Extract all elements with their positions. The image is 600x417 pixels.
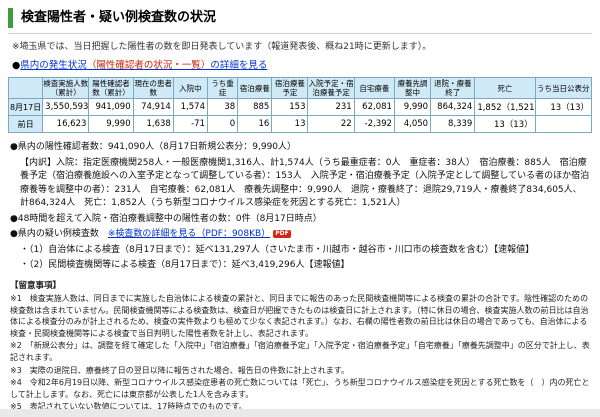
private-tests-line: ・（2）民間検査機関等による検査（8月17日まで）：延べ3,419,296人【速… bbox=[20, 260, 350, 271]
table-cell: -2,392 bbox=[353, 115, 395, 134]
footer-strip bbox=[0, 409, 600, 417]
column-header: 死亡 bbox=[474, 77, 536, 100]
pdf-icon: PDF bbox=[273, 229, 291, 238]
detail-link-line: ●県内の発生状況（陽性確認者の状況・一覧）の詳細を見る bbox=[12, 57, 590, 71]
status-table: 検査実施人数（累計） 陽性確認者数（累計） 現在の患者数 入院中 うち重症 宿泊療養 宿泊療… bbox=[7, 77, 593, 134]
table-cell: 16,623 bbox=[42, 115, 90, 134]
test-count-detail-link[interactable]: ※検査数の詳細を見る（PDF：908KB） bbox=[108, 229, 270, 239]
column-header: 検査実施人数（累計） bbox=[42, 77, 90, 100]
column-header: 退院・療養終了 bbox=[430, 77, 476, 100]
note-item-3: ※3 実際の退院日、療養終了日の翌日以降に報告された場合、報告日の件数に計上され… bbox=[10, 365, 349, 375]
table-cell: -71 bbox=[172, 115, 209, 134]
column-header: うち当日公表分 bbox=[534, 77, 593, 100]
column-header: 入院予定・宿泊療養予定 bbox=[307, 77, 355, 100]
table-cell: 13（13） bbox=[474, 115, 536, 134]
table-header-row: 検査実施人数（累計） 陽性確認者数（累計） 現在の患者数 入院中 うち重症 宿泊療養 宿泊療… bbox=[7, 77, 593, 100]
table-cell: 3,550,593 bbox=[42, 98, 90, 117]
table-cell: 74,914 bbox=[132, 98, 174, 117]
table-cell: 9,990 bbox=[393, 98, 432, 117]
municipal-tests-line: ・（1）自治体による検査（8月17日まで）：延べ131,297人（さいたま市・川… bbox=[20, 244, 535, 255]
column-header: 宿泊療養 bbox=[237, 77, 273, 100]
table-cell: 0 bbox=[206, 115, 239, 134]
update-note: ※埼玉県では、当日把握した陽性者の数を即日発表しています（報道発表後、概ね21時… bbox=[12, 42, 432, 53]
notes-section: 【留意事項】 ※1 検査実施人数は、同日までに実施した自治体による検査の累計と、… bbox=[10, 280, 590, 417]
table-cell: 9,990 bbox=[88, 115, 134, 134]
table-cell: 8,339 bbox=[430, 115, 476, 134]
column-header: 現在の患者数 bbox=[132, 77, 174, 100]
column-header: 療養先調整中 bbox=[393, 77, 432, 100]
page: 検査陽性者・疑い例検査数の状況 ※埼玉県では、当日把握した陽性者の数を即日発表し… bbox=[0, 0, 600, 417]
test-count-link-text: ※検査数の詳細を見る bbox=[107, 229, 197, 240]
table-cell: 13 bbox=[271, 115, 309, 134]
link-text-before: 県内の発生状況 bbox=[20, 60, 87, 72]
table-cell: 22 bbox=[307, 115, 355, 134]
column-header: 陽性確認者数（累計） bbox=[88, 77, 134, 100]
page-header: 検査陽性者・疑い例検査数の状況 bbox=[8, 8, 592, 35]
test-count-pdf-size: （PDF：908KB） bbox=[196, 229, 271, 240]
table-cell: 1,638 bbox=[132, 115, 174, 134]
table-cell: 62,081 bbox=[353, 98, 395, 117]
table-row: 8月17日 3,550,593 941,090 74,914 1,574 38 885 153… bbox=[7, 98, 593, 117]
table-cell: 38 bbox=[206, 98, 239, 117]
table-cell: 231 bbox=[307, 98, 355, 117]
breakdown-line: 【内訳】入院：指定医療機関258人・一般医療機関1,316人、計1,574人（う… bbox=[20, 157, 590, 209]
suspected-tests-label: ●県内の疑い例検査数 bbox=[10, 229, 99, 240]
link-text-after: の詳細を見る bbox=[210, 60, 268, 72]
table-cell: 13（13） bbox=[534, 98, 593, 117]
row-label: 前日 bbox=[7, 115, 44, 134]
table-cell: 885 bbox=[237, 98, 273, 117]
note-item-2: ※2 「新規公表分」は、調整を経て確定した「入院中」「宿泊療養」「宿泊療養予定」… bbox=[10, 341, 590, 363]
notes-heading: 【留意事項】 bbox=[10, 280, 62, 291]
table-cell: 1,574 bbox=[172, 98, 209, 117]
table-cell: 153 bbox=[271, 98, 309, 117]
table-cell: 1,852（1,521） bbox=[474, 98, 536, 117]
status-table-wrap: 検査実施人数（累計） 陽性確認者数（累計） 現在の患者数 入院中 うち重症 宿泊療養 宿泊療… bbox=[7, 77, 593, 134]
page-title: 検査陽性者・疑い例検査数の状況 bbox=[8, 8, 592, 29]
table-row: 前日 16,623 9,990 1,638 -71 0 16 13 22 -2,392 4,050 8… bbox=[7, 115, 593, 134]
column-header: 宿泊療養予定 bbox=[271, 77, 309, 100]
table-cell bbox=[534, 115, 593, 134]
link-highlight: （陽性確認者の状況・一覧） bbox=[86, 60, 211, 72]
table-cell: 16 bbox=[237, 115, 273, 134]
note-item-1: ※1 検査実施人数は、同日までに実施した自治体による検査の累計と、同日までに報告… bbox=[10, 294, 589, 338]
note-item-4: ※4 令和2年6月19日以降、新型コロナウイルス感染症患者の死亡数については「死… bbox=[10, 378, 590, 399]
over-48h-line: ●48時間を超えて入院・宿泊療養調整中の陽性者の数：0件（8月17日時点） bbox=[10, 213, 322, 224]
column-header: 入院中 bbox=[172, 77, 209, 100]
table-corner-cell bbox=[7, 77, 44, 100]
table-cell: 4,050 bbox=[393, 115, 432, 134]
row-label: 8月17日 bbox=[7, 98, 44, 117]
summary-section: ●県内の陽性確認者数：941,090人（8月17日新規公表分：9,990人） 【… bbox=[10, 141, 590, 273]
table-cell: 941,090 bbox=[88, 98, 134, 117]
outbreak-status-link[interactable]: 県内の発生状況（陽性確認者の状況・一覧）の詳細を見る bbox=[20, 60, 267, 71]
column-header: 自宅療養 bbox=[353, 77, 395, 100]
column-header: うち重症 bbox=[206, 77, 239, 100]
positives-line: ●県内の陽性確認者数：941,090人（8月17日新規公表分：9,990人） bbox=[10, 142, 297, 153]
table-cell: 864,324 bbox=[430, 98, 476, 117]
suspected-tests-line: ●県内の疑い例検査数 ※検査数の詳細を見る（PDF：908KB） PDF bbox=[10, 228, 590, 242]
